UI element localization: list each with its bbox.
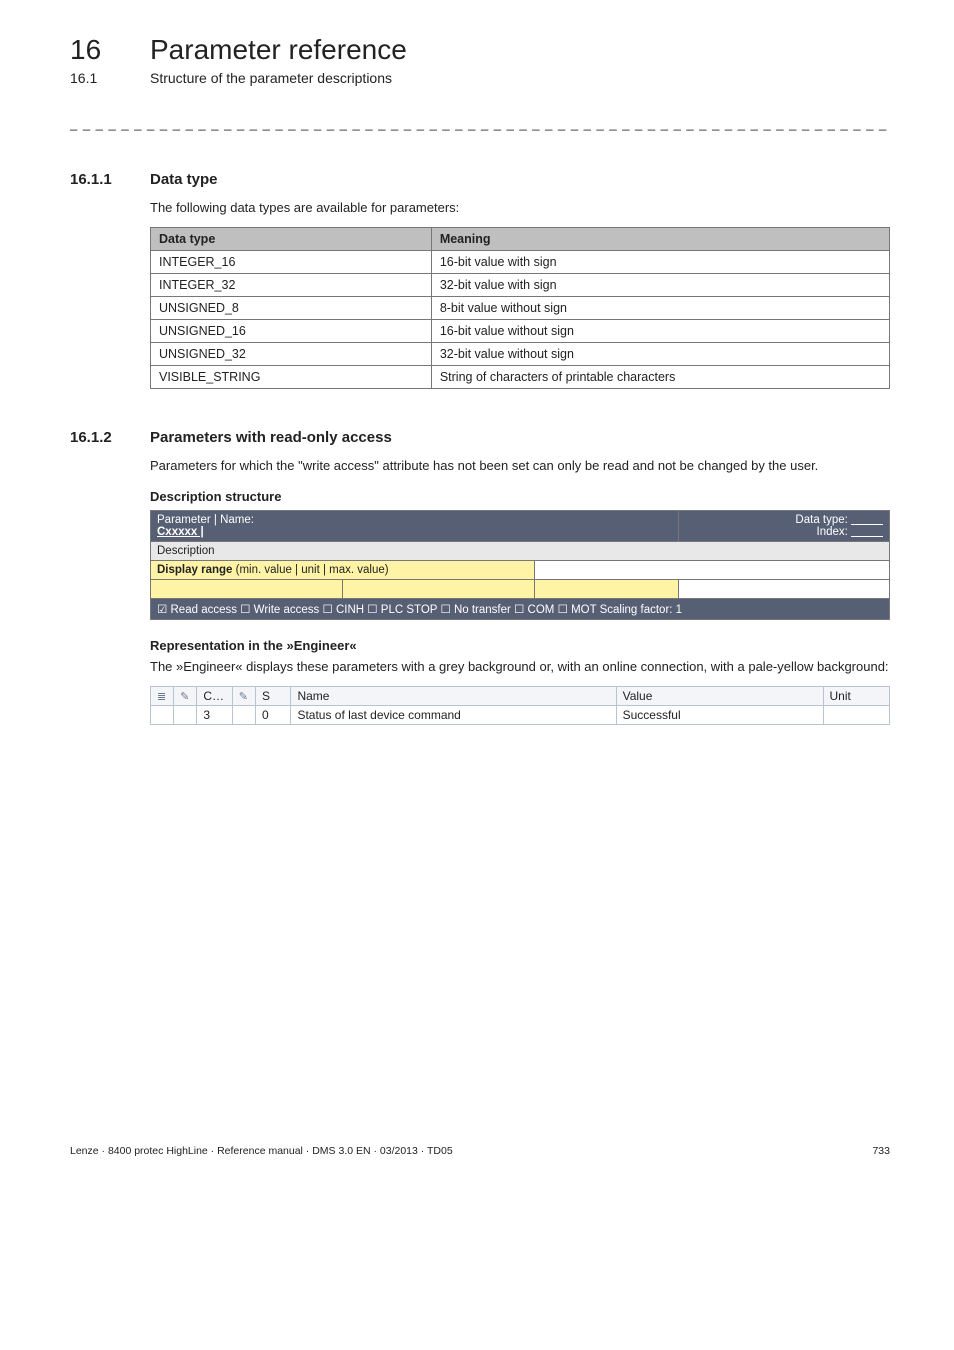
display-range-empty <box>534 561 889 580</box>
th-list-icon: ≣ <box>151 687 174 706</box>
representation-text: The »Engineer« displays these parameters… <box>150 659 890 674</box>
th-s: S <box>255 687 290 706</box>
index-label: Index: <box>817 526 848 538</box>
th-pencil-icon: ✎ <box>174 687 197 706</box>
cell-meaning: 32-bit value without sign <box>431 343 889 366</box>
param-code: Cxxxxx | <box>157 526 672 538</box>
section-number: 16.1 <box>70 70 120 86</box>
table-row: INTEGER_16 16-bit value with sign <box>151 251 890 274</box>
cell-unit <box>823 706 890 725</box>
cell-data-type: INTEGER_32 <box>151 274 432 297</box>
footer-left: Lenze · 8400 protec HighLine · Reference… <box>70 1145 453 1157</box>
cell-meaning: 32-bit value with sign <box>431 274 889 297</box>
cell-data-type: INTEGER_16 <box>151 251 432 274</box>
data-type-table: Data type Meaning INTEGER_16 16-bit valu… <box>150 227 890 389</box>
table-row: 3 0 Status of last device command Succes… <box>151 706 890 725</box>
page-number: 733 <box>872 1145 890 1157</box>
chapter-title: Parameter reference <box>150 34 407 66</box>
display-range-col1 <box>151 580 343 599</box>
th-pencil2-icon: ✎ <box>232 687 255 706</box>
cell-meaning: String of characters of printable charac… <box>431 366 889 389</box>
representation-label: Representation in the »Engineer« <box>150 638 890 653</box>
cell-data-type: UNSIGNED_16 <box>151 320 432 343</box>
th-name: Name <box>291 687 616 706</box>
table-row: UNSIGNED_32 32-bit value without sign <box>151 343 890 366</box>
cell-value: Successful <box>616 706 823 725</box>
attributes-row: ☑ Read access ☐ Write access ☐ CINH ☐ PL… <box>151 599 890 620</box>
display-range-col3 <box>534 580 678 599</box>
cell-s: 0 <box>255 706 290 725</box>
display-range-cell: Display range (min. value | unit | max. … <box>151 561 535 580</box>
table-row: INTEGER_32 32-bit value with sign <box>151 274 890 297</box>
table-row: VISIBLE_STRING String of characters of p… <box>151 366 890 389</box>
subsection-title-read-only: Parameters with read-only access <box>150 429 392 446</box>
type-index-cell: Data type: Index: <box>678 511 889 542</box>
th-value: Value <box>616 687 823 706</box>
subsection-number: 16.1.2 <box>70 429 120 446</box>
chapter-number: 16 <box>70 34 120 66</box>
table-row: UNSIGNED_16 16-bit value without sign <box>151 320 890 343</box>
param-name-cell: Parameter | Name: Cxxxxx | <box>151 511 679 542</box>
cell-c: 3 <box>197 706 232 725</box>
cell-data-type: VISIBLE_STRING <box>151 366 432 389</box>
display-range-label: Display range <box>157 564 232 576</box>
cell-icon <box>151 706 174 725</box>
description-row: Description <box>151 542 890 561</box>
table-row: UNSIGNED_8 8-bit value without sign <box>151 297 890 320</box>
intro-paragraph: Parameters for which the "write access" … <box>150 458 890 473</box>
description-structure-table: Parameter | Name: Cxxxxx | Data type: In… <box>150 510 890 620</box>
subsection-title-data-type: Data type <box>150 171 218 188</box>
description-structure-label: Description structure <box>150 489 890 504</box>
separator-dashes: _ _ _ _ _ _ _ _ _ _ _ _ _ _ _ _ _ _ _ _ … <box>70 116 890 131</box>
cell-data-type: UNSIGNED_8 <box>151 297 432 320</box>
display-range-col4 <box>678 580 889 599</box>
intro-paragraph: The following data types are available f… <box>150 200 890 215</box>
th-data-type: Data type <box>151 228 432 251</box>
th-unit: Unit <box>823 687 890 706</box>
section-title: Structure of the parameter descriptions <box>150 70 392 86</box>
th-meaning: Meaning <box>431 228 889 251</box>
th-c: C… <box>197 687 232 706</box>
data-type-label: Data type: <box>795 514 847 526</box>
cell-meaning: 16-bit value without sign <box>431 320 889 343</box>
display-range-sub: (min. value | unit | max. value) <box>232 564 388 576</box>
cell-meaning: 16-bit value with sign <box>431 251 889 274</box>
cell-icon <box>232 706 255 725</box>
cell-icon <box>174 706 197 725</box>
cell-name: Status of last device command <box>291 706 616 725</box>
cell-meaning: 8-bit value without sign <box>431 297 889 320</box>
param-name: Parameter | Name: <box>157 514 672 526</box>
subsection-number: 16.1.1 <box>70 171 120 188</box>
display-range-col2 <box>342 580 534 599</box>
engineer-table: ≣ ✎ C… ✎ S Name Value Unit 3 0 Stat <box>150 686 890 725</box>
cell-data-type: UNSIGNED_32 <box>151 343 432 366</box>
